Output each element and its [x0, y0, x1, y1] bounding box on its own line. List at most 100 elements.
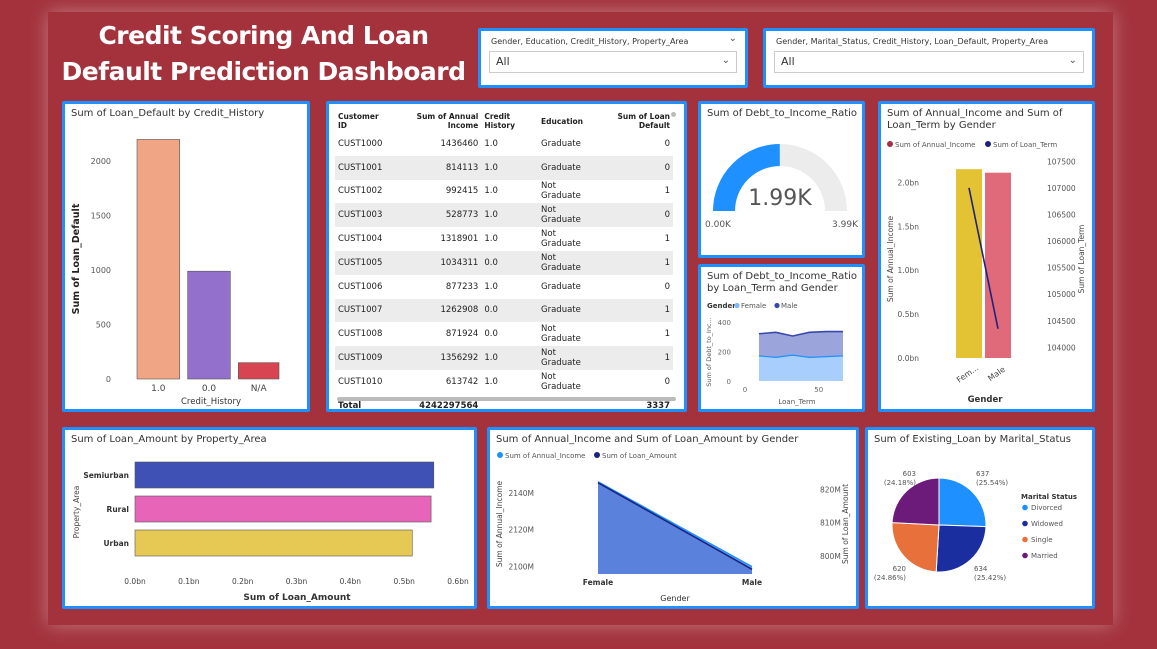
table-scrollbar[interactable] — [337, 397, 676, 401]
legend-label: Sum of Annual_Income — [505, 452, 586, 460]
table-row[interactable]: CUST1005 1034311 0.0 Not Graduate 1 — [335, 250, 673, 275]
table-row[interactable]: CUST1003 528773 1.0 Not Graduate 0 — [335, 203, 673, 228]
table-row[interactable]: CUST1010 613742 1.0 Not Graduate 0 — [335, 370, 673, 394]
bar — [187, 270, 231, 380]
legend-label: Sum of Loan_Amount — [602, 452, 677, 460]
table-cell: 0.0 — [481, 250, 539, 275]
y-tick-label: 1500 — [91, 212, 111, 221]
x-tick-label: Male — [986, 365, 1007, 383]
chart-dti-by-loan-term[interactable]: Sum of Debt_to_Income_Ratio by Loan_Term… — [698, 264, 865, 412]
bar — [956, 169, 982, 358]
legend-label: Male — [781, 302, 798, 310]
x-tick-label: N/A — [251, 384, 268, 394]
chart-loan-amount-by-property-area[interactable]: Sum of Loan_Amount by Property_Area Semi… — [62, 427, 477, 609]
y2-tick-label: 105500 — [1047, 264, 1076, 273]
slicer-dropdown[interactable]: All ⌄ — [774, 51, 1084, 73]
column-header[interactable]: Credit History — [481, 110, 538, 132]
table-row[interactable]: CUST1001 814113 1.0 Graduate 0 — [335, 155, 673, 180]
slicer-value: All — [781, 55, 795, 68]
table-row[interactable]: CUST1008 871924 0.0 Not Graduate 1 — [335, 322, 673, 346]
legend-marker — [594, 452, 600, 458]
x-tick-label: 0.1bn — [178, 577, 200, 586]
scroll-indicator-icon — [671, 112, 676, 117]
x-axis-label: Sum of Loan_Amount — [243, 593, 351, 603]
x-tick-label: Fem... — [955, 363, 980, 384]
chart-title: Sum of Debt_to_Income_Ratio by Loan_Term… — [707, 271, 858, 294]
table-cell: Not Graduate — [541, 229, 581, 250]
slice-value-label: 603 — [903, 470, 916, 478]
table-cell: 1436460 — [440, 138, 479, 149]
y2-tick-label: 104000 — [1047, 343, 1076, 352]
chevron-down-icon[interactable]: ⌄ — [729, 33, 737, 44]
legend-marker — [1022, 504, 1028, 511]
x-tick-label: 1.0 — [151, 384, 166, 394]
gauge-debt-to-income[interactable]: Sum of Debt_to_Income_Ratio 1.99K 0.00K 3.… — [698, 101, 865, 258]
table-row[interactable]: CUST1002 992415 1.0 Not Graduate 1 — [335, 180, 673, 204]
table-cell: 1318901 — [440, 234, 479, 245]
table-cell: 528773 — [390, 203, 482, 228]
table-row[interactable]: CUST1009 1356292 1.0 Not Graduate 1 — [335, 346, 673, 370]
y-tick-label: 2140M — [508, 489, 534, 498]
table-cell: Not Graduate — [538, 250, 597, 275]
table-row[interactable]: CUST1007 1262908 0.0 Graduate 1 — [335, 298, 673, 323]
table-cell: 0 — [596, 203, 673, 228]
legend-marker — [1022, 520, 1028, 527]
slicer-gender-education[interactable]: Gender, Education, Credit_History, Prope… — [478, 28, 748, 88]
y2-tick-label: 820M — [820, 485, 841, 494]
table-cell: CUST1005 — [335, 250, 391, 275]
slicer-label: Gender, Marital_Status, Credit_History, … — [776, 37, 1049, 46]
column-header[interactable]: Education — [538, 110, 597, 132]
chart-income-loan-term-by-gender[interactable]: Sum of Annual_Income and Sum of Loan_Ter… — [878, 101, 1095, 412]
legend-label: Widowed — [1031, 520, 1063, 528]
y-tick-label: 400 — [718, 319, 731, 327]
legend-marker — [734, 302, 740, 309]
y-tick-label: Rural — [107, 505, 129, 514]
table-cell: CUST1008 — [338, 329, 383, 340]
slicer-gender-marital[interactable]: Gender, Marital_Status, Credit_History, … — [763, 28, 1095, 88]
table-cell: Graduate — [538, 155, 597, 180]
table-cell: 1034311 — [390, 250, 482, 275]
y-tick-label: 1000 — [91, 266, 111, 275]
y2-tick-label: 106000 — [1047, 237, 1076, 246]
bar — [134, 495, 432, 523]
table-cell: 1 — [596, 250, 673, 275]
chart-title: Sum of Annual_Income and Sum of Loan_Amo… — [496, 434, 799, 445]
table-cell: 871924 — [445, 329, 479, 340]
legend-label: Divorced — [1031, 504, 1062, 512]
table-row[interactable]: CUST1000 1436460 1.0 Graduate 0 — [335, 132, 673, 156]
y-tick-label: 2120M — [508, 526, 534, 535]
y2-tick-label: 800M — [820, 552, 841, 561]
table-cell: 0.0 — [481, 298, 539, 323]
y-tick-label: 2000 — [91, 157, 111, 166]
column-header[interactable]: Sum of Loan Default — [597, 110, 673, 132]
legend-title: Marital Status — [1021, 493, 1077, 501]
chart-loan-default-by-credit-history[interactable]: Sum of Loan_Default by Credit_History 0 5… — [62, 101, 310, 412]
slice-pct-label: (24.86%) — [874, 574, 906, 582]
y-tick-label: 200 — [718, 348, 731, 356]
chart-existing-loan-by-marital[interactable]: Sum of Existing_Loan by Marital_Status 6… — [865, 427, 1095, 609]
column-header[interactable]: Customer ID — [335, 110, 391, 132]
customer-table-card[interactable]: Customer ID Sum of Annual Income Credit Hi… — [326, 101, 687, 412]
table-cell: 1.0 — [481, 203, 539, 228]
y-tick-label: 0.5bn — [898, 310, 920, 319]
slicer-dropdown[interactable]: All ⌄ — [489, 51, 737, 73]
slice-pct-label: (25.42%) — [974, 574, 1006, 582]
table-row[interactable]: CUST1004 1318901 1.0 Not Graduate 1 — [335, 227, 673, 251]
column-header[interactable]: Sum of Annual Income — [391, 110, 481, 132]
table-cell: 1.0 — [484, 376, 498, 387]
y-tick-label: Semiurban — [83, 471, 129, 480]
table-cell: 1.0 — [484, 186, 498, 197]
chart-income-loan-amount-by-gender[interactable]: Sum of Annual_Income and Sum of Loan_Amo… — [487, 427, 859, 609]
table-cell: 1.0 — [481, 346, 539, 370]
table-cell: 1.0 — [484, 138, 498, 149]
y2-tick-label: 105000 — [1047, 290, 1076, 299]
y2-axis-label: Sum of Loan_Term — [1077, 225, 1086, 294]
dashboard-title: Credit Scoring And Loan Default Predicti… — [61, 21, 466, 86]
table-cell: 1 — [596, 346, 673, 370]
x-tick-label: 0.6bn — [447, 577, 469, 586]
customer-table: Customer ID Sum of Annual Income Credit Hi… — [335, 110, 673, 409]
area-chart-svg: Sum of Annual_Income Sum of Loan_Amount 21… — [495, 452, 850, 603]
gauge-max-label: 3.99K — [832, 220, 859, 230]
x-tick-label: 0.5bn — [393, 577, 415, 586]
table-row[interactable]: CUST1006 877233 1.0 Graduate 0 — [335, 275, 673, 299]
